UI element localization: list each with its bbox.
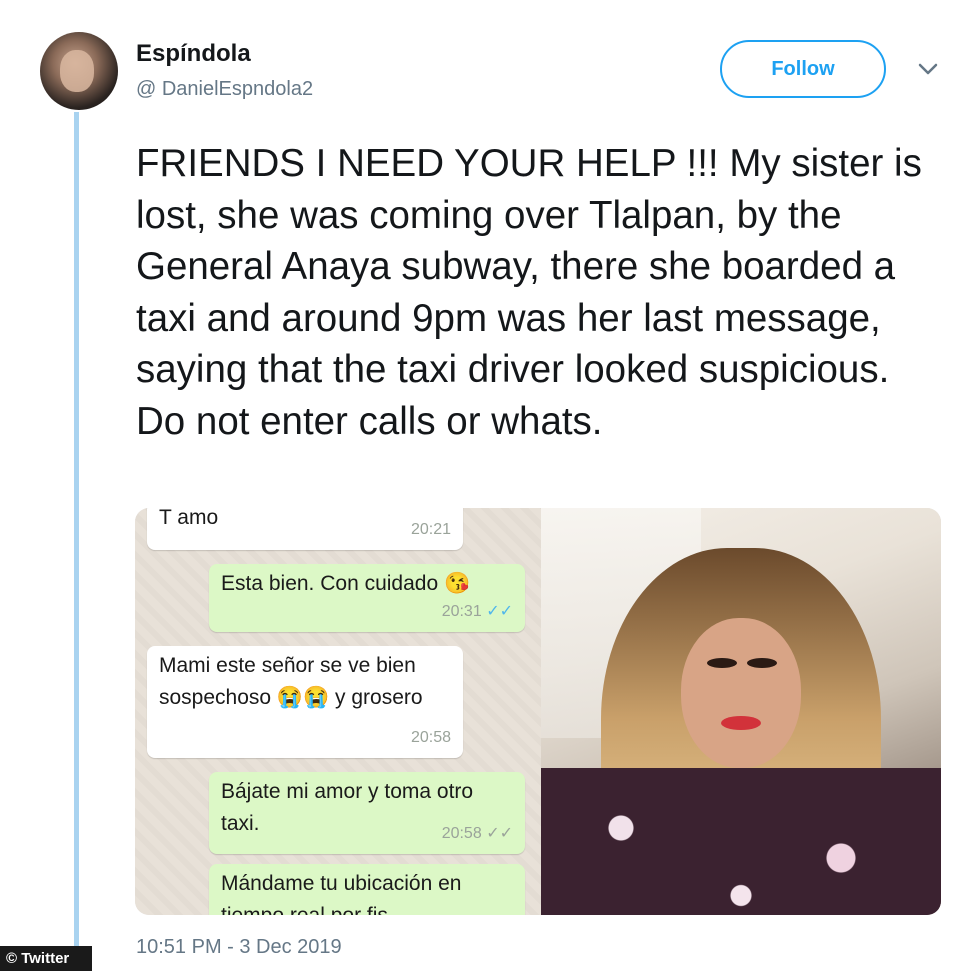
message-text: Mami este señor se ve bien sospechoso 😭😭… bbox=[159, 654, 423, 709]
message-text: Mándame tu ubicación en tiempo real por … bbox=[221, 872, 462, 915]
message-time: 20:58 bbox=[441, 825, 482, 842]
chat-screenshot: T amo 20:21 Esta bien. Con cuidado 😘 20:… bbox=[135, 508, 541, 915]
avatar[interactable] bbox=[40, 32, 118, 110]
photo-face bbox=[681, 618, 801, 768]
chat-message: Mami este señor se ve bien sospechoso 😭😭… bbox=[147, 646, 463, 758]
read-ticks-icon: ✓✓ bbox=[486, 603, 513, 620]
message-time: 20:58 bbox=[410, 729, 451, 746]
photo-eye bbox=[747, 658, 777, 668]
user-handle[interactable]: @ DanielEspndola2 bbox=[136, 78, 313, 101]
message-time: 20:21 bbox=[410, 521, 451, 538]
message-time: 20:31 bbox=[441, 603, 482, 620]
message-text: Bájate mi amor y toma otro taxi. bbox=[221, 780, 474, 835]
tweet-media[interactable]: T amo 20:21 Esta bien. Con cuidado 😘 20:… bbox=[135, 508, 941, 915]
message-text: T amo bbox=[159, 508, 219, 529]
photo-lips bbox=[721, 716, 761, 730]
chat-message: Bájate mi amor y toma otro taxi. 20:58 ✓… bbox=[209, 772, 525, 854]
delivered-ticks-icon: ✓✓ bbox=[486, 825, 513, 842]
chat-message: Mándame tu ubicación en tiempo real por … bbox=[209, 864, 525, 915]
message-meta: 20:58 ✓✓ bbox=[442, 818, 513, 850]
message-text: Esta bien. Con cuidado 😘 bbox=[221, 572, 471, 595]
photo-eye bbox=[707, 658, 737, 668]
follow-button[interactable]: Follow bbox=[720, 40, 886, 98]
selfie-photo bbox=[541, 508, 941, 915]
photo-shirt bbox=[541, 768, 941, 915]
avatar-face bbox=[60, 50, 94, 92]
thread-line bbox=[74, 112, 79, 957]
chat-message: Esta bien. Con cuidado 😘 20:31 ✓✓ bbox=[209, 564, 525, 632]
user-name[interactable]: Espíndola bbox=[136, 40, 251, 68]
message-meta: 20:31 ✓✓ bbox=[442, 596, 513, 628]
image-credit: © Twitter bbox=[0, 946, 92, 971]
chevron-down-icon[interactable] bbox=[916, 60, 940, 78]
chat-message: T amo 20:21 bbox=[147, 508, 463, 550]
tweet-timestamp[interactable]: 10:51 PM - 3 Dec 2019 bbox=[136, 936, 342, 959]
tweet-text: FRIENDS I NEED YOUR HELP !!! My sister i… bbox=[136, 142, 922, 443]
